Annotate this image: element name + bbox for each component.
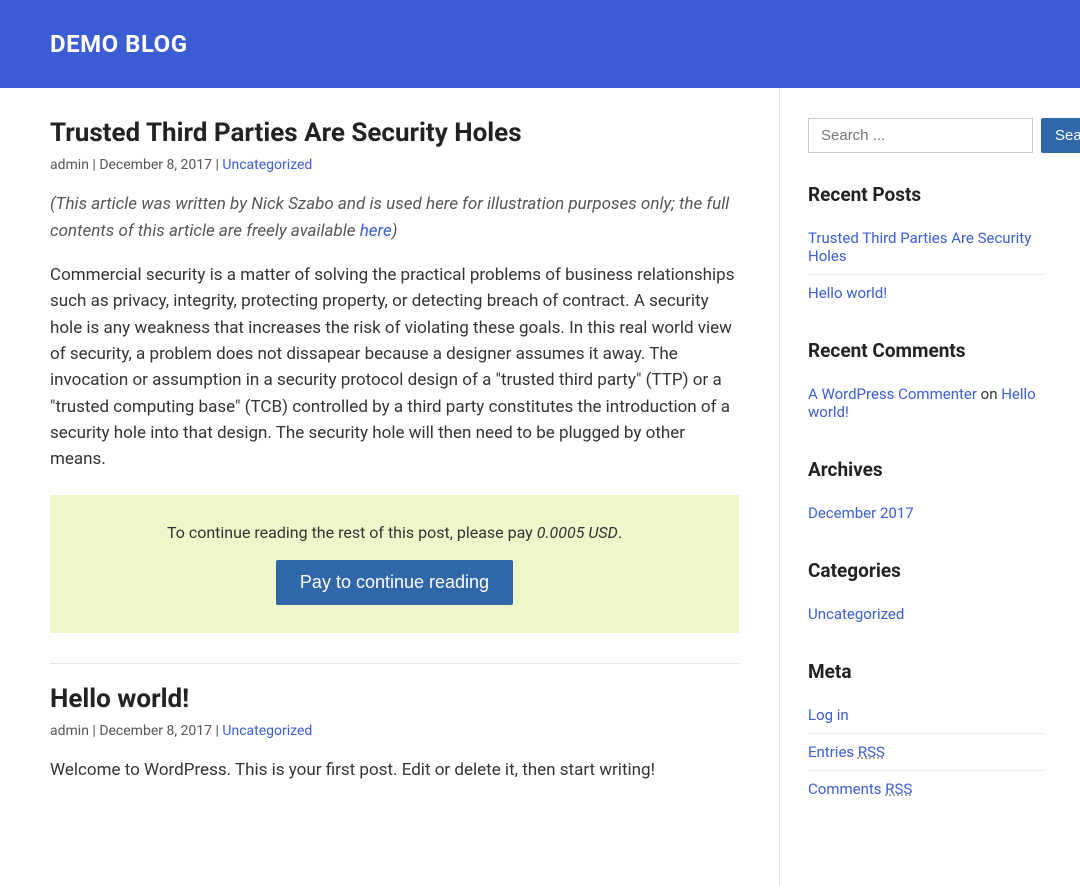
post-meta: admin | December 8, 2017 | Uncategorized [50, 723, 739, 739]
post: Trusted Third Parties Are Security Holes… [50, 118, 739, 664]
post-date: December 8, 2017 [99, 157, 212, 173]
widget-title: Archives [808, 458, 1045, 481]
recent-posts-widget: Recent Posts Trusted Third Parties Are S… [808, 183, 1045, 311]
paywall-box: To continue reading the rest of this pos… [50, 495, 739, 633]
search-widget: Search [808, 118, 1045, 153]
recent-post-link[interactable]: Trusted Third Parties Are Security Holes [808, 229, 1031, 265]
paywall-amount: 0.0005 USD [537, 523, 618, 542]
post-title[interactable]: Trusted Third Parties Are Security Holes [50, 118, 739, 149]
post-category-link[interactable]: Uncategorized [222, 157, 312, 173]
category-link[interactable]: Uncategorized [808, 605, 904, 623]
widget-title: Recent Comments [808, 339, 1045, 362]
widget-title: Recent Posts [808, 183, 1045, 206]
list-item: Entries RSS [808, 734, 1045, 771]
intro-link-here[interactable]: here [360, 221, 392, 241]
post-title[interactable]: Hello world! [50, 684, 739, 715]
list-item: December 2017 [808, 495, 1045, 531]
recent-post-link[interactable]: Hello world! [808, 284, 887, 302]
site-title[interactable]: DEMO BLOG [50, 30, 1030, 58]
list-item: Trusted Third Parties Are Security Holes [808, 220, 1045, 275]
search-button[interactable]: Search [1041, 118, 1080, 153]
paywall-text: To continue reading the rest of this pos… [70, 523, 719, 542]
site-header: DEMO BLOG [0, 0, 1080, 88]
list-item: Log in [808, 697, 1045, 734]
post-author: admin [50, 723, 89, 739]
main-content: Trusted Third Parties Are Security Holes… [0, 88, 780, 885]
pay-button[interactable]: Pay to continue reading [276, 560, 513, 605]
login-link[interactable]: Log in [808, 706, 849, 724]
search-input[interactable] [808, 118, 1033, 153]
archive-link[interactable]: December 2017 [808, 504, 914, 522]
post-author: admin [50, 157, 89, 173]
meta-widget: Meta Log in Entries RSS Comments RSS [808, 660, 1045, 807]
post-intro: (This article was written by Nick Szabo … [50, 191, 739, 244]
widget-title: Categories [808, 559, 1045, 582]
post-date: December 8, 2017 [99, 723, 212, 739]
archives-widget: Archives December 2017 [808, 458, 1045, 531]
post: Hello world! admin | December 8, 2017 | … [50, 684, 739, 836]
post-meta: admin | December 8, 2017 | Uncategorized [50, 157, 739, 173]
recent-comments-widget: Recent Comments A WordPress Commenter on… [808, 339, 1045, 430]
post-body: Welcome to WordPress. This is your first… [50, 757, 739, 783]
comment-author-link[interactable]: A WordPress Commenter [808, 385, 977, 403]
content-container: Trusted Third Parties Are Security Holes… [0, 88, 1080, 885]
list-item: A WordPress Commenter on Hello world! [808, 376, 1045, 430]
categories-widget: Categories Uncategorized [808, 559, 1045, 632]
entries-rss-link[interactable]: Entries RSS [808, 743, 885, 761]
post-category-link[interactable]: Uncategorized [222, 723, 312, 739]
list-item: Hello world! [808, 275, 1045, 311]
widget-title: Meta [808, 660, 1045, 683]
list-item: Comments RSS [808, 771, 1045, 807]
comments-rss-link[interactable]: Comments RSS [808, 780, 912, 798]
post-body: Commercial security is a matter of solvi… [50, 262, 739, 473]
sidebar: Search Recent Posts Trusted Third Partie… [780, 88, 1080, 885]
list-item: Uncategorized [808, 596, 1045, 632]
